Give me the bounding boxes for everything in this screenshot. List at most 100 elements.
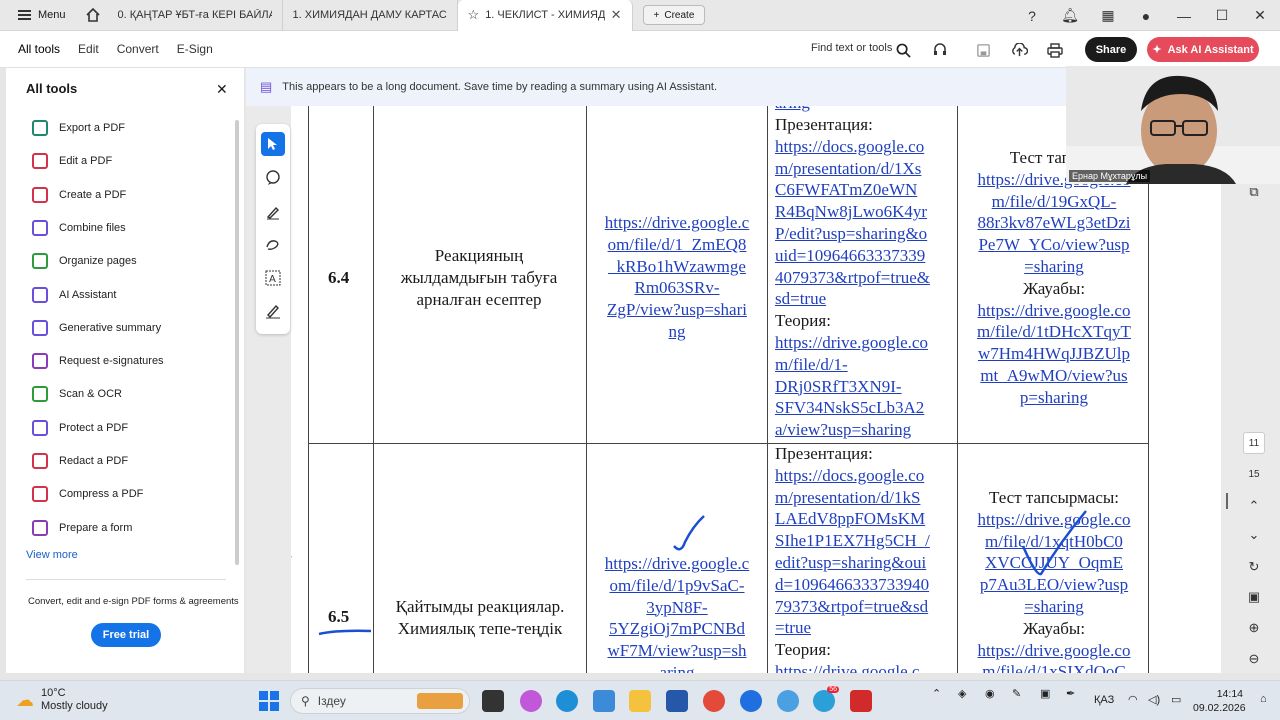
browser-tab-3[interactable]: ☆ 1. ЧЕКЛИСТ - ХИМИЯД... ✕ [457, 0, 633, 31]
tray-app-icon[interactable]: ✎ [1012, 687, 1021, 700]
free-trial-button[interactable]: Free trial [91, 623, 161, 647]
profile-icon[interactable]: ● [1134, 8, 1158, 24]
ask-ai-assistant-button[interactable]: ✦ Ask AI Assistant [1147, 37, 1259, 62]
close-window-icon[interactable]: ✕ [1248, 7, 1272, 24]
save-page-icon[interactable]: ▣ [1243, 586, 1265, 608]
share-button[interactable]: Share [1085, 37, 1137, 62]
pen-icon[interactable]: ✒ [1066, 687, 1075, 700]
store-icon[interactable] [666, 690, 688, 712]
sign-icon[interactable] [261, 299, 285, 323]
ink-annotations[interactable] [291, 106, 1221, 673]
cloud-icon: ☁ [16, 689, 34, 710]
tool-item[interactable]: Create a PDF [32, 185, 126, 205]
select-cursor-icon[interactable] [261, 132, 285, 156]
tool-item[interactable]: Prepare a form [32, 518, 132, 538]
tool-item[interactable]: Organize pages [32, 251, 137, 271]
acrobat-icon[interactable] [850, 690, 872, 712]
bell-icon[interactable]: 🔔︎ [1058, 7, 1082, 24]
notifications-icon[interactable]: ⌂ [1260, 693, 1267, 705]
highlight-pen-icon[interactable] [261, 200, 285, 224]
maximize-icon[interactable]: ☐ [1210, 7, 1234, 24]
help-icon[interactable]: ? [1020, 8, 1044, 24]
tool-item[interactable]: Scan & OCR [32, 384, 122, 404]
menu-label: Menu [38, 9, 66, 21]
ai-sparkle-icon: ✦ [1152, 44, 1162, 56]
nav-esign[interactable]: E-Sign [177, 42, 213, 56]
zoom-out-icon[interactable]: ⊖ [1243, 648, 1265, 670]
comment-icon[interactable] [261, 166, 285, 190]
close-tab-icon[interactable]: ✕ [611, 7, 622, 23]
chrome-icon[interactable] [703, 690, 725, 712]
weather-widget[interactable]: ☁ 10°C Mostly cloudy [16, 687, 108, 713]
keyboard-language[interactable]: ҚАЗ [1094, 694, 1114, 706]
draw-freeform-icon[interactable] [261, 233, 285, 257]
chevron-up-icon[interactable]: ⌃ [932, 687, 941, 700]
save-icon[interactable] [973, 40, 993, 60]
temperature: 10°C [41, 687, 66, 699]
tool-item[interactable]: AI Assistant [32, 285, 116, 305]
nav-convert[interactable]: Convert [117, 42, 159, 56]
tool-item[interactable]: Generative summary [32, 318, 161, 338]
browser-tab-2[interactable]: 1. ХИМИЯДАН ДАМУ КАРТАСЫ... [283, 0, 458, 31]
zoom-icon[interactable] [740, 690, 762, 712]
find-text-label[interactable]: Find text or tools [811, 42, 892, 54]
file-explorer-icon[interactable] [629, 690, 651, 712]
refresh-icon[interactable]: ↻ [1243, 556, 1265, 578]
snipping-tool-icon[interactable] [593, 690, 615, 712]
tool-icon [32, 153, 48, 170]
tool-icon [32, 419, 48, 436]
browser-tab-1[interactable]: 0. ҚАҢТАР ҰБТ-ға КЕРІ БАЙЛА... [108, 0, 283, 31]
tool-icon [32, 319, 48, 336]
tool-icon [32, 120, 48, 136]
panel-scrollbar[interactable] [235, 120, 239, 565]
edge-icon[interactable] [556, 690, 578, 712]
search-highlight-icon [417, 693, 463, 709]
zoom-in-icon[interactable]: ⊕ [1243, 617, 1265, 639]
tool-icon [32, 186, 48, 203]
windows-start-icon[interactable] [258, 690, 280, 712]
nav-edit[interactable]: Edit [78, 42, 99, 56]
plus-icon: + [653, 9, 660, 21]
tray-app-icon[interactable]: ◈ [958, 687, 966, 700]
print-icon[interactable] [1045, 40, 1065, 60]
tool-item[interactable]: Compress a PDF [32, 484, 143, 504]
close-panel-icon[interactable]: ✕ [216, 81, 228, 98]
ask-ai-label: Ask AI Assistant [1167, 43, 1254, 56]
page-number-current[interactable]: 11 [1243, 432, 1265, 454]
search-icon[interactable] [893, 40, 913, 60]
doc-scrollbar[interactable] [1226, 493, 1228, 509]
taskbar-search[interactable]: ⚲ Іздеу [290, 688, 470, 714]
read-aloud-icon[interactable] [930, 40, 950, 60]
browser-menu-button[interactable]: Menu [0, 0, 78, 30]
tool-item[interactable]: Combine files [32, 218, 126, 238]
tray-app-icon[interactable]: ◉ [985, 687, 995, 700]
chevron-down-icon[interactable]: ⌄ [1243, 524, 1265, 546]
tool-item[interactable]: Redact a PDF [32, 451, 128, 471]
tool-item[interactable]: Protect a PDF [32, 418, 128, 438]
create-button[interactable]: + Create [642, 5, 706, 25]
tool-item[interactable]: Request e-signatures [32, 351, 164, 371]
hamburger-icon [18, 10, 31, 20]
tool-label: Create a PDF [59, 188, 127, 201]
home-icon[interactable] [78, 0, 108, 30]
copilot-icon[interactable] [520, 690, 542, 712]
volume-icon[interactable]: ◁) [1148, 693, 1160, 706]
minimize-icon[interactable]: — [1172, 8, 1196, 24]
tray-app-icon[interactable]: ▣ [1040, 687, 1050, 700]
view-more-link[interactable]: View more [26, 549, 78, 561]
upload-icon[interactable] [1009, 40, 1029, 60]
globe-app-icon[interactable] [777, 690, 799, 712]
nav-all-tools[interactable]: All tools [18, 42, 60, 56]
apps-grid-icon[interactable]: ▦ [1096, 7, 1120, 24]
system-clock[interactable]: 14:14 09.02.2026 [1193, 687, 1246, 715]
tool-item[interactable]: Export a PDF [32, 118, 125, 138]
window-controls: ? 🔔︎ ▦ ● — ☐ ✕ [1020, 0, 1272, 31]
copy-page-icon[interactable]: ⧉ [1243, 181, 1265, 203]
chevron-up-icon[interactable]: ⌃ [1243, 495, 1265, 517]
text-box-icon[interactable]: A [261, 266, 285, 290]
tool-item[interactable]: Edit a PDF [32, 151, 112, 171]
telegram-icon[interactable]: 56 [813, 686, 839, 712]
task-view-icon[interactable] [482, 690, 504, 712]
battery-icon[interactable]: ▭ [1171, 693, 1181, 706]
wifi-icon[interactable]: ◠ [1128, 693, 1138, 706]
